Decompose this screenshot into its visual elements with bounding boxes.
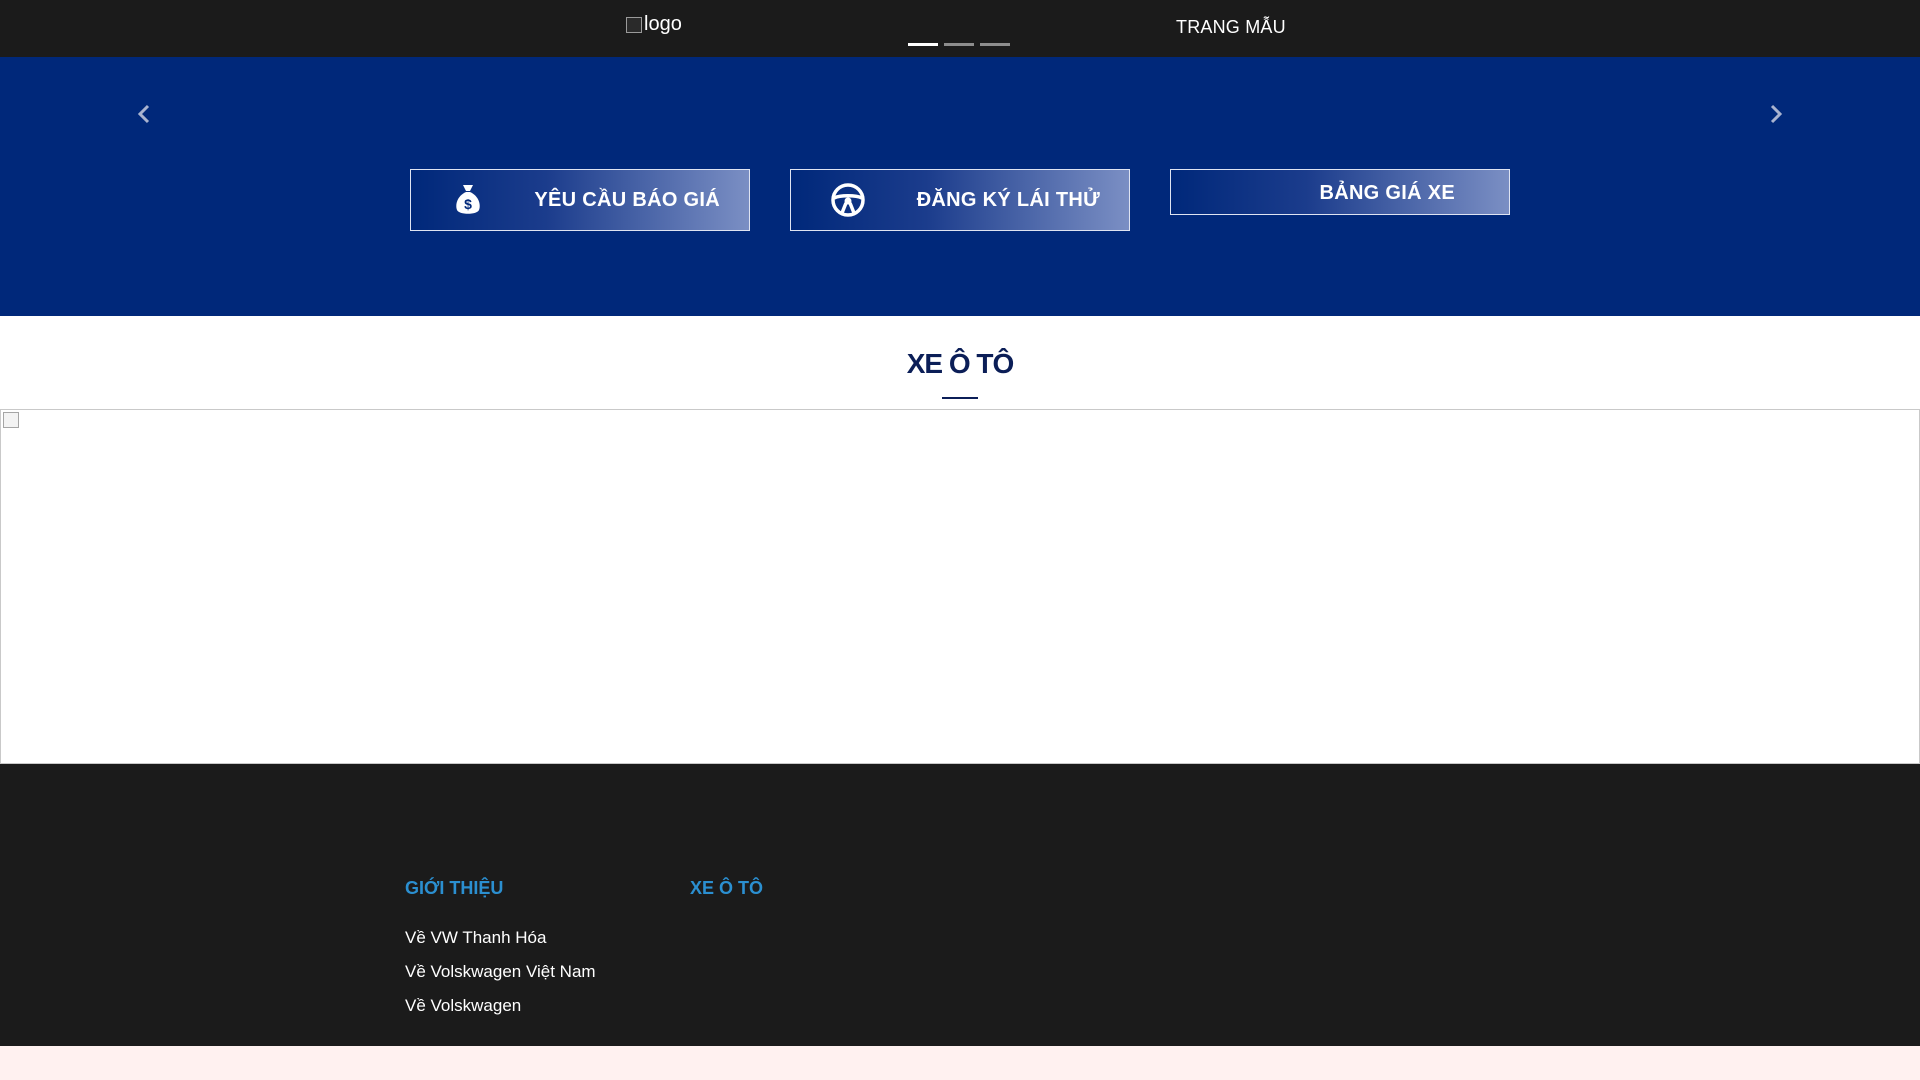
- price-list-button[interactable]: BẢNG GIÁ XE: [1170, 169, 1510, 215]
- logo-alt-text: logo: [644, 13, 682, 35]
- footer-heading-cars: XE Ô TÔ: [690, 878, 764, 898]
- price-list-label: BẢNG GIÁ XE: [1319, 182, 1455, 204]
- logo[interactable]: logo: [626, 13, 682, 36]
- top-bar: logo TRANG MẪU: [0, 0, 1920, 57]
- footer-link[interactable]: Về Volskwagen: [405, 989, 596, 1023]
- footer-link[interactable]: Về VW Thanh Hóa: [405, 921, 596, 955]
- svg-text:$: $: [464, 196, 472, 212]
- money-bag-icon: $: [456, 185, 480, 214]
- request-quote-button[interactable]: $ YÊU CẦU BÁO GIÁ: [410, 169, 750, 231]
- carousel-indicator[interactable]: [908, 43, 938, 46]
- test-drive-button[interactable]: ĐĂNG KÝ LÁI THỬ: [790, 169, 1130, 231]
- request-quote-label: YÊU CẦU BÁO GIÁ: [534, 189, 720, 211]
- footer: GIỚI THIỆU Về VW Thanh Hóa Về Volskwagen…: [0, 764, 1920, 1046]
- broken-image-icon: [3, 412, 19, 428]
- footer-column-about: GIỚI THIỆU Về VW Thanh Hóa Về Volskwagen…: [405, 878, 596, 1023]
- carousel-indicator[interactable]: [980, 43, 1010, 46]
- chevron-left-icon: [137, 104, 150, 124]
- footer-link[interactable]: Về Volskwagen Việt Nam: [405, 955, 596, 989]
- carousel-next-button[interactable]: [1756, 97, 1796, 131]
- chevron-right-icon: [1770, 104, 1783, 124]
- steering-wheel-icon: [831, 183, 865, 217]
- section-title: XE Ô TÔ: [906, 348, 1015, 379]
- carousel-indicators: [908, 43, 1010, 46]
- hero-carousel: $ YÊU CẦU BÁO GIÁ ĐĂNG KÝ LÁI THỬ BẢNG G…: [0, 57, 1920, 316]
- broken-image-icon: [626, 16, 642, 33]
- test-drive-label: ĐĂNG KÝ LÁI THỬ: [916, 189, 1100, 211]
- site-title[interactable]: TRANG MẪU: [1176, 17, 1286, 38]
- bottom-strip: [0, 1046, 1920, 1080]
- carousel-indicator[interactable]: [944, 43, 974, 46]
- footer-column-cars: XE Ô TÔ: [690, 878, 763, 921]
- footer-heading-about: GIỚI THIỆU: [405, 878, 504, 898]
- title-underline: [942, 397, 978, 399]
- car-banner-image: [0, 409, 1920, 764]
- carousel-prev-button[interactable]: [124, 97, 164, 131]
